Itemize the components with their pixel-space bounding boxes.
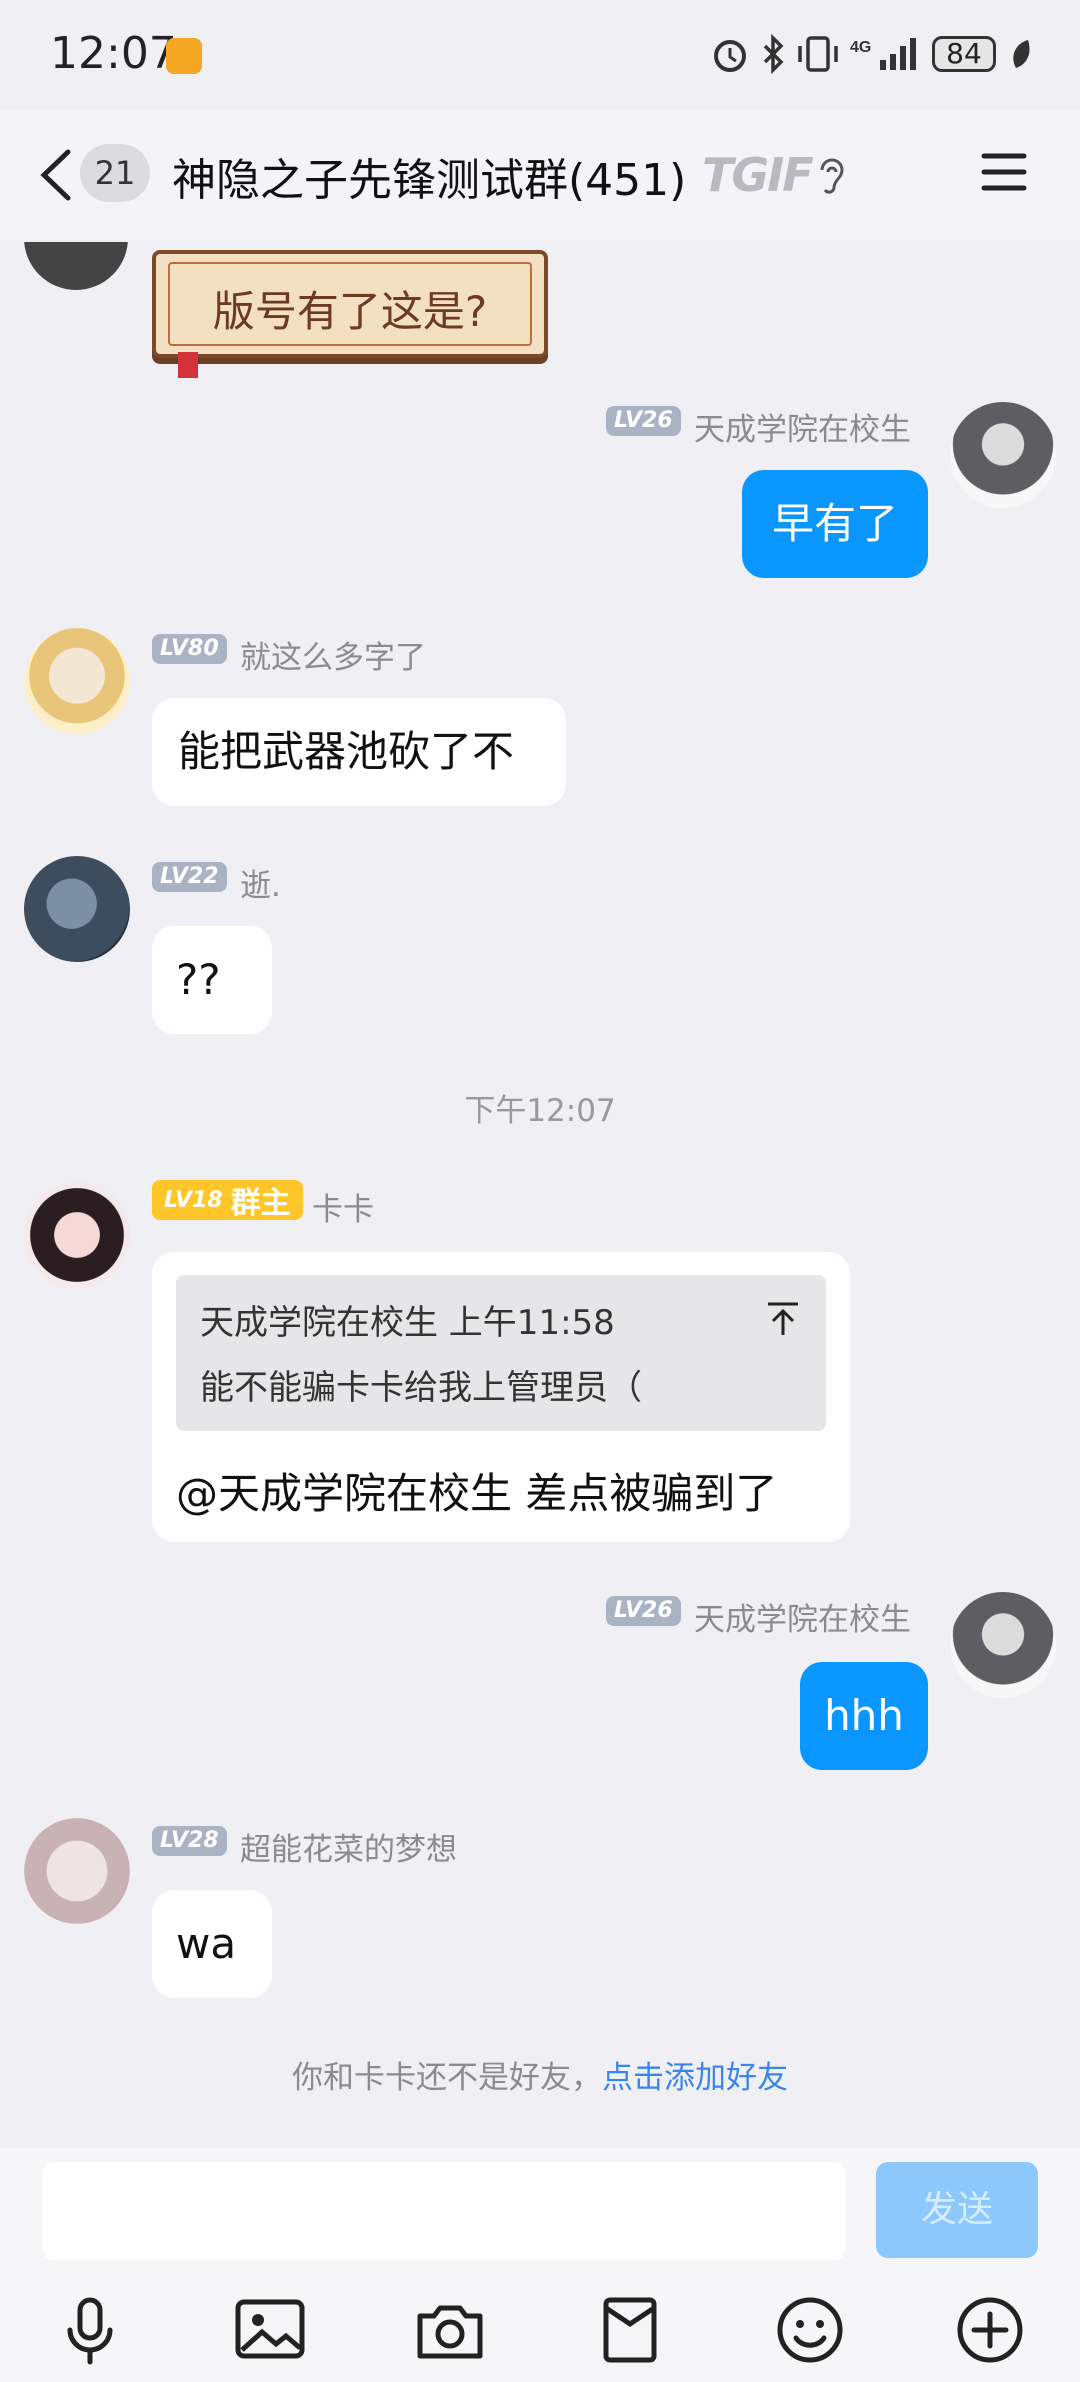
group-tag-logo: TGIF [702, 148, 814, 202]
quote-header: 天成学院在校生 上午11:58 [200, 1303, 615, 1343]
menu-icon[interactable] [980, 150, 1028, 194]
message-input[interactable] [42, 2162, 846, 2260]
plus-icon[interactable] [954, 2294, 1026, 2366]
alarm-icon [714, 40, 746, 72]
sender-name[interactable]: 天成学院在校生 [694, 404, 911, 449]
add-friend-link[interactable]: 点击添加好友 [602, 2060, 788, 2096]
owner-role-badge: LV18 群主 [152, 1180, 303, 1221]
avatar[interactable] [950, 402, 1056, 508]
quote-text: 能不能骗卡卡给我上管理员（ [200, 1368, 642, 1408]
sender-name[interactable]: 天成学院在校生 [694, 1594, 911, 1639]
svg-text:4G: 4G [850, 39, 871, 56]
avatar[interactable] [24, 628, 130, 734]
message-bubble[interactable]: wa [152, 1890, 272, 1998]
level-badge: LV26 [606, 1596, 681, 1626]
message-bubble[interactable]: hhh [800, 1662, 928, 1770]
sender-name[interactable]: 超能花菜的梦想 [240, 1824, 457, 1869]
message-bubble[interactable]: 能把武器池砍了不 [152, 698, 566, 806]
bookmark-ribbon [178, 352, 198, 378]
send-button[interactable]: 发送 [876, 2162, 1038, 2258]
level-text: LV18 [164, 1187, 223, 1213]
image-icon[interactable] [234, 2294, 306, 2366]
sender-name[interactable]: 卡卡 [312, 1184, 374, 1229]
status-time: 12:07 [50, 28, 177, 79]
avatar[interactable] [950, 1592, 1056, 1698]
emoji-icon[interactable] [774, 2294, 846, 2366]
message-bubble[interactable]: 早有了 [742, 470, 928, 578]
message-bubble[interactable]: ?? [152, 926, 272, 1034]
sender-name[interactable]: 逝. [240, 860, 281, 905]
sticker-scroll-message[interactable]: 版号有了这是? [152, 250, 548, 378]
leaf-icon [1013, 40, 1030, 68]
avatar[interactable] [24, 856, 130, 962]
avatar[interactable] [24, 1182, 130, 1288]
level-badge: LV22 [152, 862, 227, 892]
camera-icon[interactable] [414, 2294, 486, 2366]
message-text: @天成学院在校生 差点被骗到了 [176, 1469, 778, 1518]
chat-title[interactable]: 神隐之子先锋测试群(451) [172, 144, 686, 208]
back-icon[interactable] [38, 148, 74, 202]
jump-to-quote-icon[interactable] [766, 1301, 800, 1337]
message-text: 版号有了这是? [212, 287, 488, 336]
level-badge: LV80 [152, 634, 227, 664]
role-text: 群主 [230, 1186, 291, 1221]
bluetooth-icon [763, 34, 784, 74]
avatar[interactable] [24, 1818, 130, 1924]
notification-app-icon [166, 38, 202, 74]
hint-text: 你和卡卡还不是好友， [292, 2060, 602, 2096]
level-badge: LV28 [152, 1826, 227, 1856]
sender-name[interactable]: 就这么多字了 [240, 632, 426, 677]
microphone-icon[interactable] [54, 2294, 126, 2366]
unread-count-badge[interactable]: 21 [80, 144, 150, 202]
signal-4g-icon: 4G [850, 38, 916, 70]
quoted-reply[interactable]: 天成学院在校生 上午11:58 能不能骗卡卡给我上管理员（ [176, 1275, 826, 1431]
level-badge: LV26 [606, 406, 681, 436]
ear-icon[interactable] [814, 154, 850, 198]
red-packet-icon[interactable] [594, 2294, 666, 2366]
add-friend-hint: 你和卡卡还不是好友，点击添加好友 [0, 2052, 1080, 2097]
time-divider: 下午12:07 [464, 1093, 616, 1129]
battery-indicator: 84 [932, 36, 996, 72]
vibrate-icon [798, 36, 838, 72]
